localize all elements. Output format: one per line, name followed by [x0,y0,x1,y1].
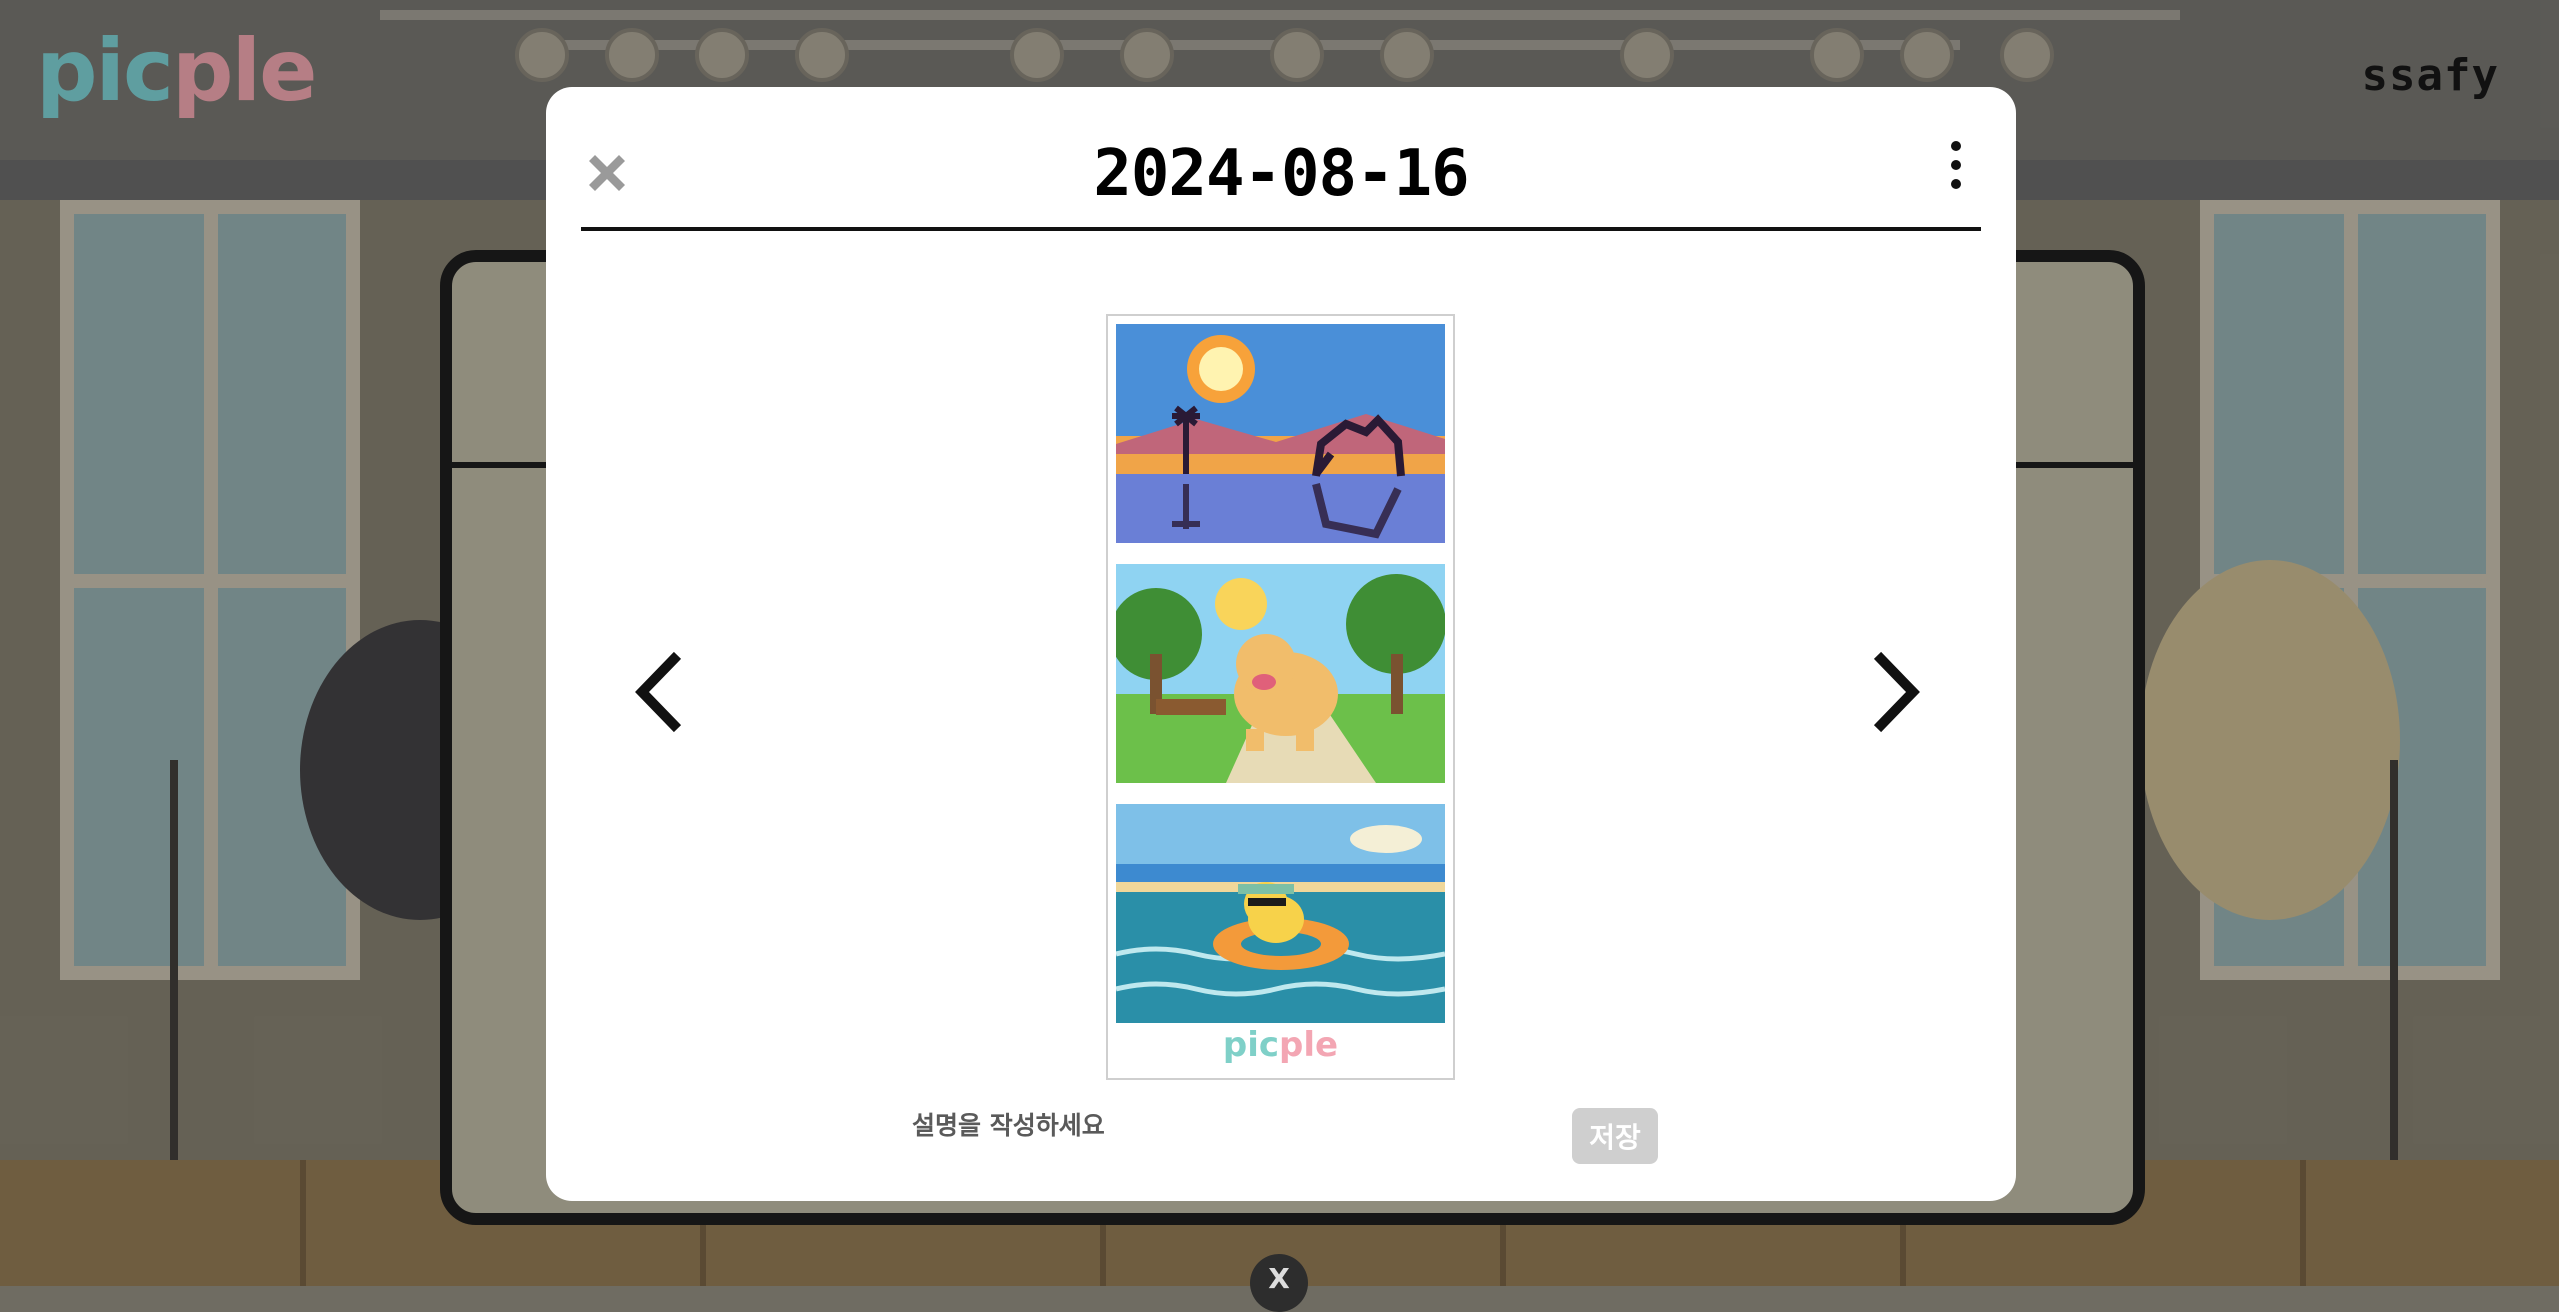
photo-dog-park[interactable] [1116,564,1445,783]
caption-input[interactable] [892,1097,1572,1153]
chevron-left-icon[interactable] [624,647,694,737]
photo-duck-float[interactable] [1116,804,1445,1023]
more-options-icon[interactable] [1943,141,1969,197]
strip-logo-pic-text: pic [1222,1025,1280,1065]
modal-header: 2024-08-16 [581,87,1981,231]
chevron-right-icon[interactable] [1861,647,1931,737]
strip-logo: picple [1108,1028,1453,1062]
dock-close-button[interactable]: X [1250,1254,1308,1312]
app-logo[interactable]: picple [36,28,317,114]
modal-title: 2024-08-16 [1093,137,1469,211]
strip-logo-ple-text: ple [1279,1025,1339,1065]
save-button[interactable]: 저장 [1572,1108,1658,1164]
logo-pic-text: pic [36,21,174,121]
photo-strip: picple [1106,314,1455,1080]
logo-ple-text: ple [172,21,317,121]
photo-detail-modal: 2024-08-16 picple 설명을 작성하세요 저장 [546,87,2016,1201]
photo-camel-oasis[interactable] [1116,324,1445,543]
user-name[interactable]: ssafy [2362,50,2499,101]
